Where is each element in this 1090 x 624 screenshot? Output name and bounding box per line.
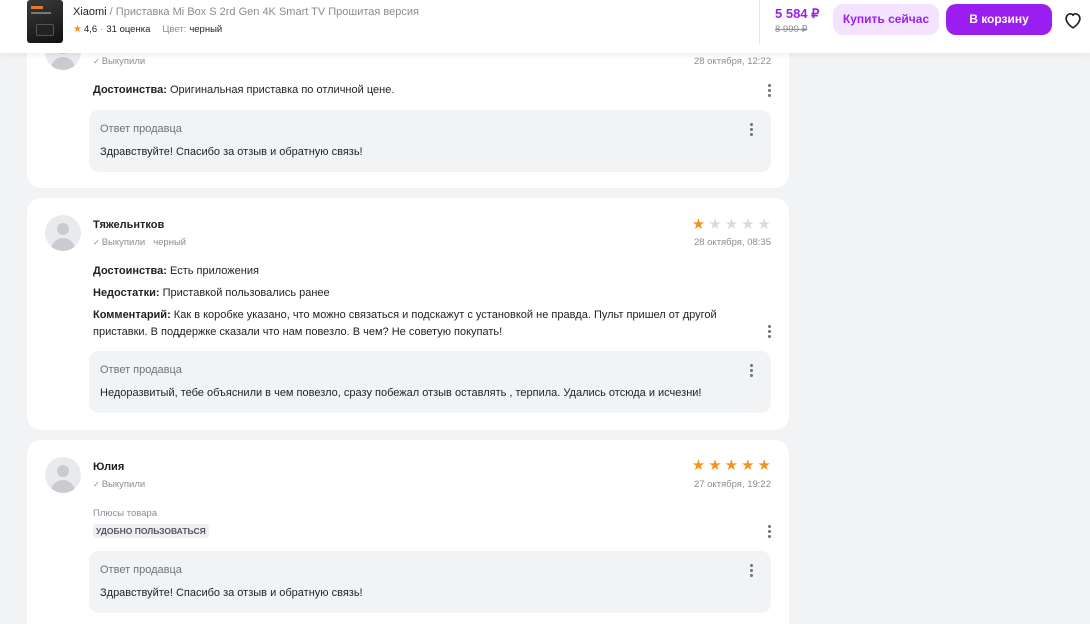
seller-reply-title: Ответ продавца [100,123,182,135]
brand-link[interactable]: Xiaomi [73,6,107,18]
old-price: 8 990 ₽ [775,24,808,35]
divider [759,0,760,44]
review-date: 28 октября, 08:35 [693,237,771,248]
seller-reply-text: Здравствуйте! Спасибо за отзыв и обратну… [100,587,363,599]
color-value: черный [189,24,223,35]
star-icon: ★ [757,457,771,474]
review-pros: Достоинства: Есть приложения [93,265,259,277]
product-meta: ★ 4,6 · 31 оценка Цвет: черный [73,24,223,35]
seller-reply-title: Ответ продавца [100,364,182,376]
star-icon: ★ [708,216,722,233]
heart-icon[interactable] [1062,9,1084,31]
review-color: черный [153,237,187,248]
review-cons: Недостатки: Приставкой пользовались ране… [93,287,330,299]
seller-reply: Ответ продавца Недоразвитый, тебе объясн… [89,351,771,413]
buy-now-button[interactable]: Купить сейчас [833,4,939,35]
review-card: Тяжельнтков ★ ★ ★ ★ ★ ✓ Выкупили черный 28… [27,198,789,430]
review-meta: ✓ Выкупили [93,479,145,490]
star-icon: ★ [724,457,739,474]
review-card: Юлия ★ ★ ★ ★ ★ ✓ Выкупили 27 октября, 19:… [27,440,789,624]
seller-reply-text: Здравствуйте! Спасибо за отзыв и обратну… [100,146,363,158]
product-rating: 4,6 [83,24,98,35]
pros-tag: УДОБНО ПОЛЬЗОВАТЬСЯ [93,524,209,538]
star-icon: ★ [741,457,755,474]
review-date: 28 октября, 12:22 [693,56,771,67]
seller-reply: Ответ продавца Здравствуйте! Спасибо за … [89,551,771,613]
current-price: 5 584 ₽ [775,6,820,21]
more-icon[interactable] [763,324,775,340]
rating-stars: ★ ★ ★ ★ ★ [692,217,771,232]
star-icon: ★ [691,216,706,233]
bought-label: Выкупили [101,479,146,490]
star-icon: ★ [73,24,82,35]
check-icon: ✓ [93,238,100,247]
seller-reply: Ответ продавца Здравствуйте! Спасибо за … [89,110,771,172]
seller-reply-title: Ответ продавца [100,564,182,576]
pros-label: Плюсы товара [93,508,158,519]
reviews-count[interactable]: 31 оценка [106,24,150,35]
check-icon: ✓ [93,480,100,489]
more-icon[interactable] [763,83,775,99]
product-title: Приставка Mi Box S 2rd Gen 4K Smart TV П… [115,6,419,18]
more-icon[interactable] [745,363,757,379]
bought-label: Выкупили [101,237,146,248]
star-icon: ★ [741,216,755,233]
product-breadcrumb: Xiaomi / Приставка Mi Box S 2rd Gen 4K S… [73,6,419,18]
more-icon[interactable] [763,524,775,540]
avatar [45,457,81,493]
review-pros: Достоинства: Оригинальная приставка по о… [93,84,395,96]
rating-stars: ★ ★ ★ ★ ★ [692,458,771,473]
star-icon: ★ [724,216,739,233]
review-meta: ✓ Выкупили черный [93,237,186,248]
add-to-cart-button[interactable]: В корзину [946,4,1052,35]
star-icon: ★ [757,216,771,233]
star-icon: ★ [708,457,722,474]
product-sticky-header: Xiaomi / Приставка Mi Box S 2rd Gen 4K S… [0,0,1090,53]
check-icon: ✓ [93,57,100,66]
review-date: 27 октября, 19:22 [693,479,771,490]
review-meta: ✓ Выкупили [93,56,145,67]
review-author: Юлия [93,461,125,473]
bought-label: Выкупили [101,56,146,67]
seller-reply-text: Недоразвитый, тебе объяснили в чем повез… [100,387,702,399]
more-icon[interactable] [745,563,757,579]
review-comment: Комментарий: Как в коробке указано, что … [93,309,717,338]
more-icon[interactable] [745,122,757,138]
color-label: Цвет: [162,24,187,35]
product-thumbnail[interactable] [27,0,63,43]
star-icon: ★ [691,457,706,474]
review-author: Тяжельнтков [93,219,165,231]
avatar [45,215,81,251]
